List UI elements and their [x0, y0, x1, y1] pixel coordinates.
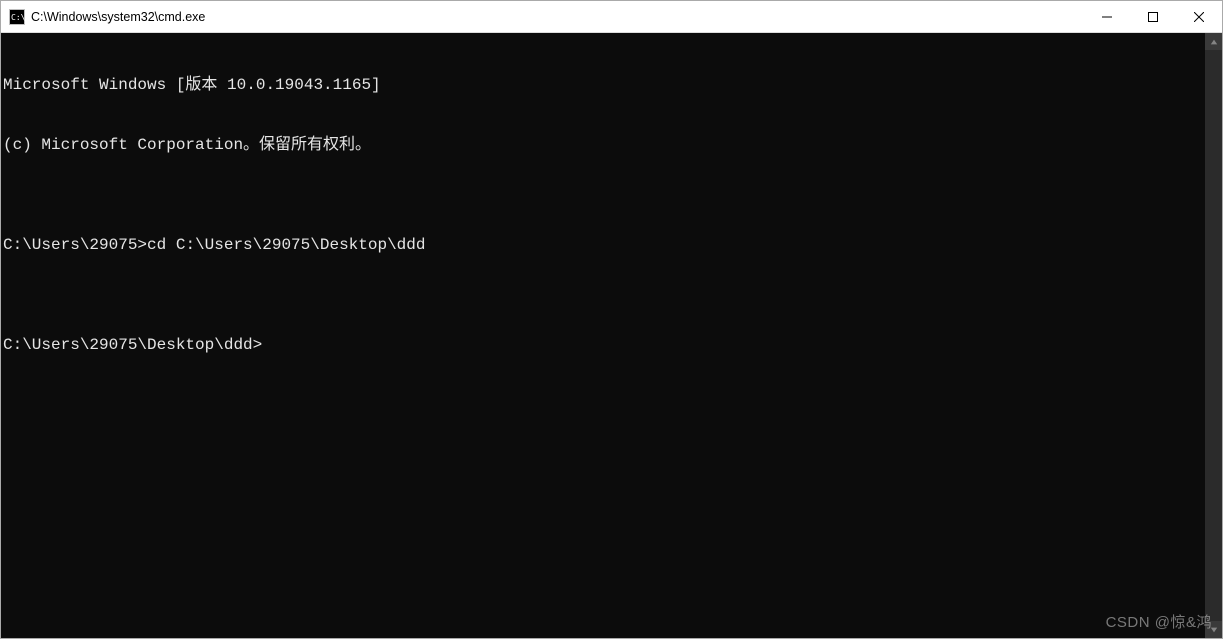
- banner-line: Microsoft Windows [版本 10.0.19043.1165]: [3, 75, 1203, 95]
- client-area: Microsoft Windows [版本 10.0.19043.1165] (…: [1, 33, 1222, 638]
- titlebar-controls: [1084, 1, 1222, 32]
- typed-command: cd C:\Users\29075\Desktop\ddd: [147, 236, 425, 254]
- close-button[interactable]: [1176, 1, 1222, 32]
- vertical-scrollbar[interactable]: [1205, 33, 1222, 638]
- prompt: C:\Users\29075>: [3, 236, 147, 254]
- command-line: C:\Users\29075\Desktop\ddd>: [3, 335, 1203, 355]
- maximize-button[interactable]: [1130, 1, 1176, 32]
- terminal[interactable]: Microsoft Windows [版本 10.0.19043.1165] (…: [1, 33, 1205, 638]
- window-title: C:\Windows\system32\cmd.exe: [31, 10, 205, 24]
- titlebar[interactable]: C:\ C:\Windows\system32\cmd.exe: [1, 1, 1222, 33]
- svg-text:C:\: C:\: [11, 13, 25, 22]
- minimize-button[interactable]: [1084, 1, 1130, 32]
- scrollbar-track[interactable]: [1205, 50, 1222, 621]
- scroll-down-button[interactable]: [1205, 621, 1222, 638]
- cursor: [263, 336, 272, 354]
- scroll-up-button[interactable]: [1205, 33, 1222, 50]
- prompt: C:\Users\29075\Desktop\ddd>: [3, 336, 262, 354]
- cmd-window: C:\ C:\Windows\system32\cmd.exe Microsof…: [0, 0, 1223, 639]
- cmd-icon: C:\: [9, 9, 25, 25]
- banner-line: (c) Microsoft Corporation。保留所有权利。: [3, 135, 1203, 155]
- command-line: C:\Users\29075>cd C:\Users\29075\Desktop…: [3, 235, 1203, 255]
